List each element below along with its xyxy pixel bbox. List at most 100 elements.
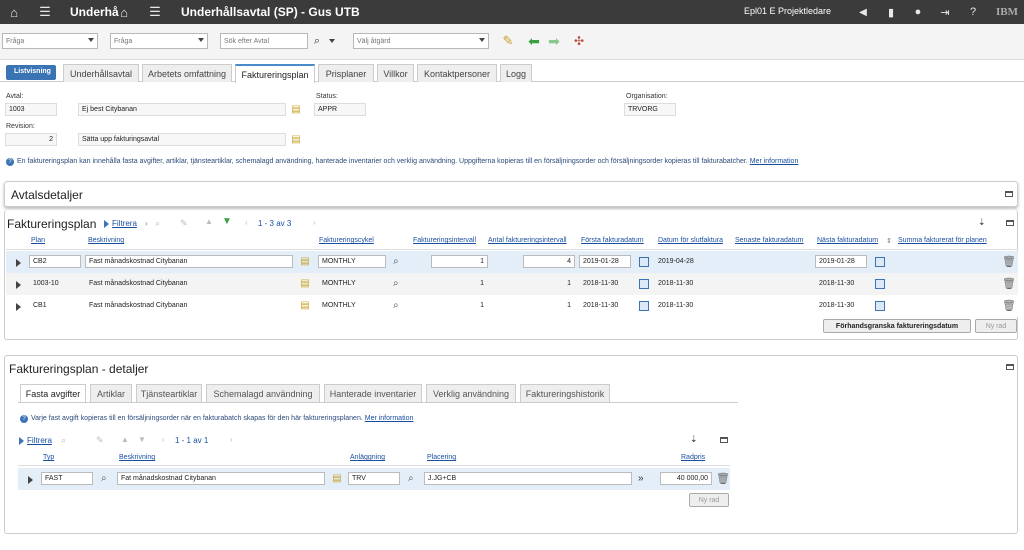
search-input[interactable]: Sök efter Avtal (220, 33, 308, 49)
description-field[interactable]: Fast månadskostnad Citybanan (85, 255, 293, 268)
tab-fasta-avgifter[interactable]: Fasta avgifter (20, 384, 86, 402)
details-new-row-button[interactable]: Ny rad (689, 493, 729, 507)
logout-icon[interactable]: ⇥ (938, 4, 952, 20)
tab-logg[interactable]: Logg (500, 64, 532, 82)
search-icon[interactable]: ⌕ (310, 33, 324, 49)
asset-field[interactable]: TRV (348, 472, 400, 485)
tab-hanterade-inventarier[interactable]: Hanterade inventarier (324, 384, 422, 402)
column-anlaggning[interactable]: Anläggning (350, 454, 385, 461)
long-description-icon[interactable]: ▤ (290, 134, 302, 146)
tab-prisplaner[interactable]: Prisplaner (318, 64, 374, 82)
search-options-chevron-icon[interactable] (326, 33, 338, 49)
status-field[interactable]: APPR (314, 103, 366, 116)
cycle-field[interactable]: MONTHLY (318, 255, 386, 268)
tab-kontaktpersoner[interactable]: Kontaktpersoner (417, 64, 497, 82)
preview-billing-dates-button[interactable]: Förhandsgranska faktureringsdatum (823, 319, 971, 333)
long-description-icon[interactable]: ▤ (331, 473, 343, 485)
expand-row-icon[interactable] (16, 303, 21, 311)
expand-row-icon[interactable] (28, 476, 33, 484)
column-beskrivning[interactable]: Beskrivning (119, 454, 155, 461)
cycle-field[interactable]: MONTHLY (318, 299, 386, 312)
column-beskrivning[interactable]: Beskrivning (88, 237, 124, 244)
interval-count-field[interactable]: 1 (523, 277, 575, 290)
edit-icon[interactable]: ✎ (500, 33, 516, 49)
chart-icon[interactable]: ▮ (884, 4, 898, 20)
filter-link[interactable]: Filtrera (104, 219, 137, 228)
profile-icon[interactable]: ● (911, 4, 925, 20)
collapse-icon[interactable] (1005, 191, 1013, 197)
column-radpris[interactable]: Radpris (681, 454, 705, 461)
query-select-1[interactable]: Fråga (2, 33, 98, 49)
expand-row-icon[interactable] (16, 281, 21, 289)
download-icon[interactable]: ⇣ (978, 217, 986, 228)
organisation-field[interactable]: TRVORG (624, 103, 676, 116)
more-info-link[interactable]: Mer information (365, 415, 414, 422)
delete-icon[interactable]: 🗑 (1002, 300, 1016, 312)
detail-menu-icon[interactable]: » (638, 473, 644, 484)
announcement-icon[interactable]: ◀ (856, 4, 870, 20)
lookup-icon[interactable]: ⌕ (393, 278, 399, 289)
interval-count-field[interactable]: 1 (523, 299, 575, 312)
line-price-field[interactable]: 40 000,00 (660, 472, 712, 485)
collapse-icon[interactable] (720, 437, 728, 443)
long-description-icon[interactable]: ▤ (290, 104, 302, 116)
forward-arrow-icon[interactable]: ➡ (546, 33, 562, 49)
column-placering[interactable]: Placering (427, 454, 456, 461)
plan-field[interactable]: 1003-10 (29, 277, 81, 290)
back-arrow-icon[interactable]: ⬅ (526, 33, 542, 49)
calendar-icon[interactable] (639, 279, 649, 289)
calendar-icon[interactable] (875, 301, 885, 311)
table-row[interactable]: 1003-10 Fast månadskostnad Citybanan ▤ M… (6, 273, 1018, 295)
column-datum-for-slutfaktura[interactable]: Datum för slutfaktura (658, 237, 723, 244)
tab-villkor[interactable]: Villkor (377, 64, 414, 82)
type-field[interactable]: FAST (41, 472, 93, 485)
interval-field[interactable]: 1 (431, 299, 488, 312)
home-icon[interactable]: ⌂ (116, 4, 132, 20)
description-field[interactable]: Fast månadskostnad Citybanan (85, 277, 293, 290)
interval-field[interactable]: 1 (431, 255, 488, 268)
help-icon[interactable]: ? (966, 4, 980, 20)
more-info-link[interactable]: Mer information (750, 158, 799, 165)
tab-faktureringshistorik[interactable]: Faktureringshistorik (520, 384, 610, 402)
menu-icon[interactable]: ☰ (146, 4, 164, 20)
collapse-icon[interactable] (1006, 220, 1014, 226)
first-invoice-date-field[interactable]: 2018-11-30 (579, 299, 631, 312)
delete-icon[interactable]: 🗑 (1002, 256, 1016, 268)
table-row[interactable]: CB1 Fast månadskostnad Citybanan ▤ MONTH… (6, 295, 1018, 317)
description-field[interactable]: Fast månadskostnad Citybanan (85, 299, 293, 312)
tab-faktureringsplan[interactable]: Faktureringsplan (235, 64, 315, 83)
lookup-icon[interactable]: ⌕ (101, 473, 107, 484)
next-invoice-date-field[interactable]: 2018-11-30 (815, 299, 867, 312)
new-row-button[interactable]: Ny rad (975, 319, 1017, 333)
details-filter-link[interactable]: Filtrera (19, 436, 52, 445)
plan-field[interactable]: CB1 (29, 299, 81, 312)
first-invoice-date-field[interactable]: 2019-01-28 (579, 255, 631, 268)
expand-row-icon[interactable] (16, 259, 21, 267)
avtal-description-field[interactable]: Ej best Citybanan (78, 103, 286, 116)
column-forsta-fakturadatum[interactable]: Första fakturadatum (581, 237, 644, 244)
tab-artiklar[interactable]: Artiklar (90, 384, 132, 402)
revision-description-field[interactable]: Sätta upp fakturingsavtal (78, 133, 286, 146)
tab-arbetets-omfattning[interactable]: Arbetets omfattning (142, 64, 232, 82)
workflow-icon[interactable]: ✣ (571, 33, 587, 49)
table-row[interactable]: CB2 Fast månadskostnad Citybanan ▤ MONTH… (6, 251, 1018, 273)
tab-underhallsavtal[interactable]: Underhållsavtal (63, 64, 139, 82)
download-arrow-icon[interactable]: ▼ (222, 216, 232, 227)
action-select[interactable]: Välj åtgärd (353, 33, 489, 49)
delete-icon[interactable]: 🗑 (716, 473, 730, 485)
calendar-icon[interactable] (875, 279, 885, 289)
column-typ[interactable]: Typ (43, 454, 54, 461)
column-faktureringscykel[interactable]: Faktureringscykel (319, 237, 374, 244)
download-icon[interactable]: ⇣ (690, 434, 698, 445)
calendar-icon[interactable] (875, 257, 885, 267)
column-antal-faktureringsintervall[interactable]: Antal faktureringsintervall (488, 237, 567, 244)
description-field[interactable]: Fat månadskostnad Citybanan (117, 472, 325, 485)
menu-icon[interactable]: ☰ (36, 4, 54, 20)
calendar-icon[interactable] (639, 257, 649, 267)
first-invoice-date-field[interactable]: 2018-11-30 (579, 277, 631, 290)
cycle-field[interactable]: MONTHLY (318, 277, 386, 290)
lookup-icon[interactable]: ⌕ (393, 300, 399, 311)
table-row[interactable]: FAST ⌕ Fat månadskostnad Citybanan ▤ TRV… (18, 468, 730, 490)
plan-field[interactable]: CB2 (29, 255, 81, 268)
home-icon[interactable]: ⌂ (6, 4, 22, 20)
